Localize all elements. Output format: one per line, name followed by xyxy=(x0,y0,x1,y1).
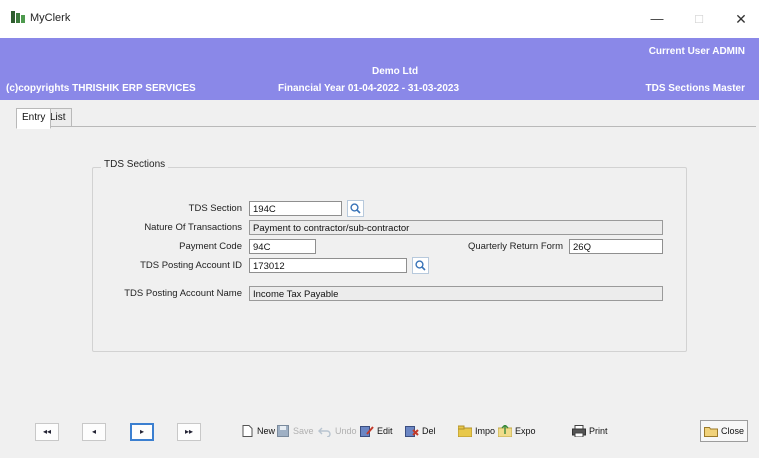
edit-button[interactable]: Edit xyxy=(360,420,393,442)
app-logo-icon xyxy=(11,11,25,23)
undo-button-label: Undo xyxy=(335,426,357,436)
close-button[interactable]: Close xyxy=(700,420,749,442)
import-button[interactable]: Impo xyxy=(457,420,496,442)
print-button-label: Print xyxy=(589,426,608,436)
minimize-icon[interactable]: — xyxy=(642,8,672,30)
import-icon xyxy=(457,425,473,438)
save-icon xyxy=(276,425,290,437)
new-document-icon xyxy=(240,425,254,437)
new-button[interactable]: New xyxy=(240,420,276,442)
export-icon xyxy=(497,424,513,438)
new-button-label: New xyxy=(257,426,276,436)
posting-account-id-label: TDS Posting Account ID xyxy=(140,260,242,271)
tab-entry[interactable]: Entry xyxy=(16,108,52,129)
quarterly-return-form-field[interactable]: 26Q xyxy=(569,239,663,254)
first-record-button[interactable]: ◂◂ xyxy=(35,423,59,441)
close-folder-icon xyxy=(704,425,718,437)
print-icon xyxy=(572,425,586,438)
save-button[interactable]: Save xyxy=(276,420,314,442)
edit-icon xyxy=(360,425,374,437)
nature-of-transactions-field[interactable]: Payment to contractor/sub-contractor xyxy=(249,220,663,235)
group-title: TDS Sections xyxy=(101,159,169,170)
import-button-label: Impo xyxy=(475,426,496,436)
financial-year-label: Financial Year 01-04-2022 - 31-03-2023 xyxy=(278,83,460,94)
save-button-label: Save xyxy=(293,426,314,436)
payment-code-field[interactable]: 94C xyxy=(249,239,316,254)
close-button-label: Close xyxy=(721,426,745,436)
delete-icon xyxy=(405,425,419,437)
last-record-button[interactable]: ▸▸ xyxy=(177,423,201,441)
copyright-label: (c)copyrights THRISHIK ERP SERVICES xyxy=(6,83,196,94)
payment-code-label: Payment Code xyxy=(179,241,242,252)
delete-button[interactable]: Del xyxy=(405,420,436,442)
previous-record-button[interactable]: ◂ xyxy=(82,423,106,441)
tds-section-search-icon[interactable] xyxy=(347,200,364,217)
window-title: MyClerk xyxy=(30,12,71,24)
current-user-label: Current User ADMIN xyxy=(648,46,745,57)
delete-button-label: Del xyxy=(422,426,436,436)
export-button-label: Expo xyxy=(515,426,536,436)
posting-account-name-label: TDS Posting Account Name xyxy=(124,288,242,299)
edit-button-label: Edit xyxy=(377,426,393,436)
quarterly-return-form-label: Quarterly Return Form xyxy=(467,241,563,252)
print-button[interactable]: Print xyxy=(572,420,608,442)
posting-account-name-field[interactable]: Income Tax Payable xyxy=(249,286,663,301)
tds-section-field[interactable]: 194C xyxy=(249,201,342,216)
posting-account-search-icon[interactable] xyxy=(412,257,429,274)
undo-icon xyxy=(318,425,332,438)
maximize-icon[interactable]: □ xyxy=(684,8,714,30)
export-button[interactable]: Expo xyxy=(497,420,536,442)
tds-section-label: TDS Section xyxy=(188,203,242,214)
close-icon[interactable]: ✕ xyxy=(726,8,756,30)
title-bar: MyClerk — □ ✕ xyxy=(0,0,759,38)
posting-account-id-field[interactable]: 173012 xyxy=(249,258,407,273)
nature-of-transactions-label: Nature Of Transactions xyxy=(144,222,242,233)
undo-button[interactable]: Undo xyxy=(318,420,357,442)
module-title: TDS Sections Master xyxy=(645,83,745,94)
app-header: Current User ADMIN Demo Ltd (c)copyright… xyxy=(0,38,759,100)
company-name: Demo Ltd xyxy=(372,66,419,77)
next-record-button[interactable]: ▸ xyxy=(130,423,154,441)
